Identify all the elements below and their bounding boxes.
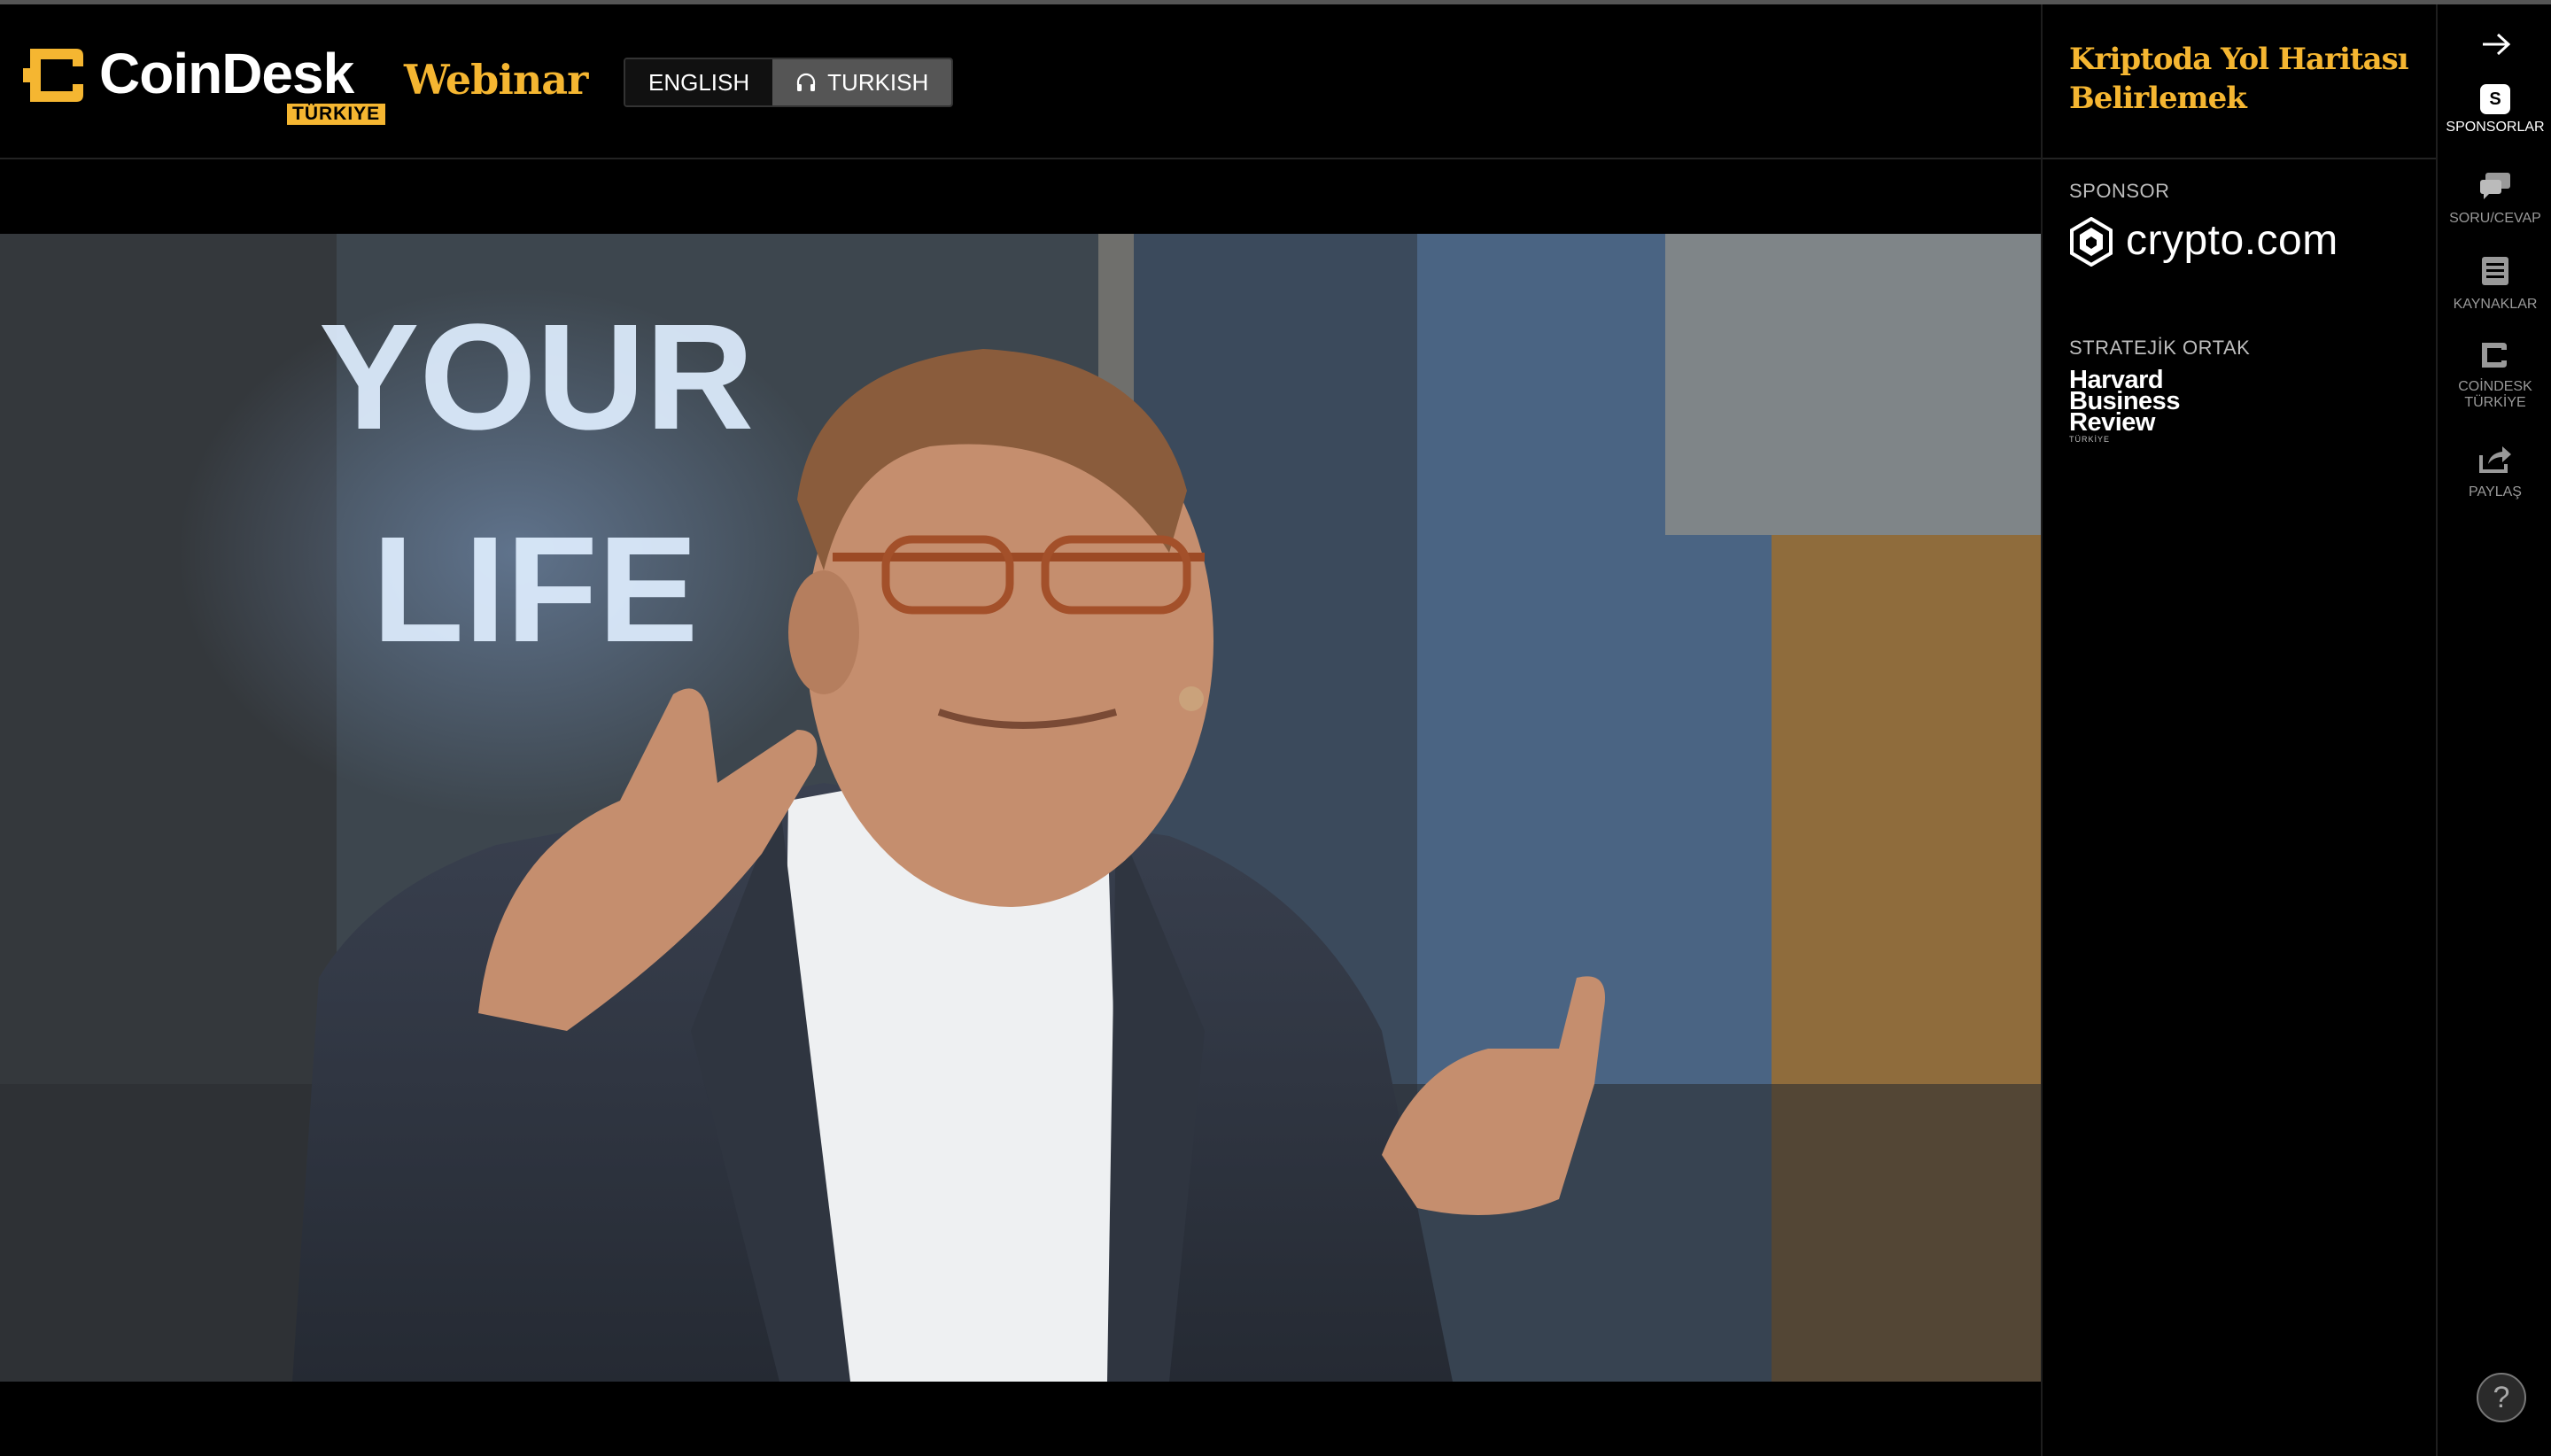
headphones-icon [797,73,816,91]
sponsor-name: crypto.com [2126,217,2338,264]
coindesk-logo[interactable]: CoinDesk TÜRKIYE [23,40,386,125]
partner-logo[interactable]: Harvard Business Review TÜRKİYE [2069,368,2246,445]
crypto-com-icon [2070,217,2113,267]
neon-sign-line2: LIFE [372,506,698,674]
rail-item-share[interactable]: PAYLAŞ [2438,443,2551,500]
rail-item-sponsors[interactable]: S SPONSORLAR [2438,84,2551,136]
language-label: ENGLISH [648,69,750,96]
video-player[interactable]: YOUR LIFE [0,234,2041,1382]
language-turkish-button[interactable]: TURKISH [772,59,952,105]
rail-label: COİNDESK TÜRKİYE [2458,379,2532,410]
neon-sign-line1: YOUR [319,293,754,461]
rail-label: KAYNAKLAR [2453,297,2538,312]
coindesk-logo-icon [23,49,83,102]
partner-sub: TÜRKİYE [2069,435,2111,444]
rail-item-coindesk[interactable]: COİNDESK TÜRKİYE [2438,339,2551,411]
panel-divider [2043,158,2438,159]
resources-icon [2482,257,2508,285]
share-icon [2479,446,2511,473]
language-english-button[interactable]: ENGLISH [625,59,773,105]
collapse-arrow-icon[interactable] [2480,31,2512,58]
rail-label: SORU/CEVAP [2449,211,2541,226]
sponsor-badge: S [2489,89,2501,109]
rail-item-qa[interactable]: SORU/CEVAP [2438,171,2551,227]
brand-name: CoinDesk [99,42,354,105]
sponsor-label: SPONSOR [2069,180,2170,202]
coindesk-icon [2482,343,2507,368]
header: CoinDesk TÜRKIYE Webinar ENGLISH TURKISH [0,4,2041,159]
event-title: Kriptoda Yol Haritası Belirlemek [2069,42,2409,116]
language-toggle: ENGLISH TURKISH [624,58,954,107]
rail-item-resources[interactable]: KAYNAKLAR [2438,255,2551,313]
rail-label: SPONSORLAR [2446,120,2545,135]
right-rail: S SPONSORLAR SORU/CEVAP KAYNAKLAR COİNDE… [2436,4,2551,1456]
video-frame: YOUR LIFE [0,234,2041,1382]
help-button[interactable]: ? [2477,1373,2526,1422]
rail-label: PAYLAŞ [2469,484,2522,500]
chat-icon [2480,173,2510,199]
brand-sub: TÜRKIYE [287,104,386,125]
sponsor-logo[interactable]: crypto.com [2069,212,2423,274]
sponsors-icon: S [2480,84,2510,114]
partner-label: STRATEJİK ORTAK [2069,337,2251,359]
product-label: Webinar [404,56,588,104]
event-info-panel: Kriptoda Yol Haritası Belirlemek SPONSOR… [2041,4,2438,1456]
language-label: TURKISH [827,69,929,96]
